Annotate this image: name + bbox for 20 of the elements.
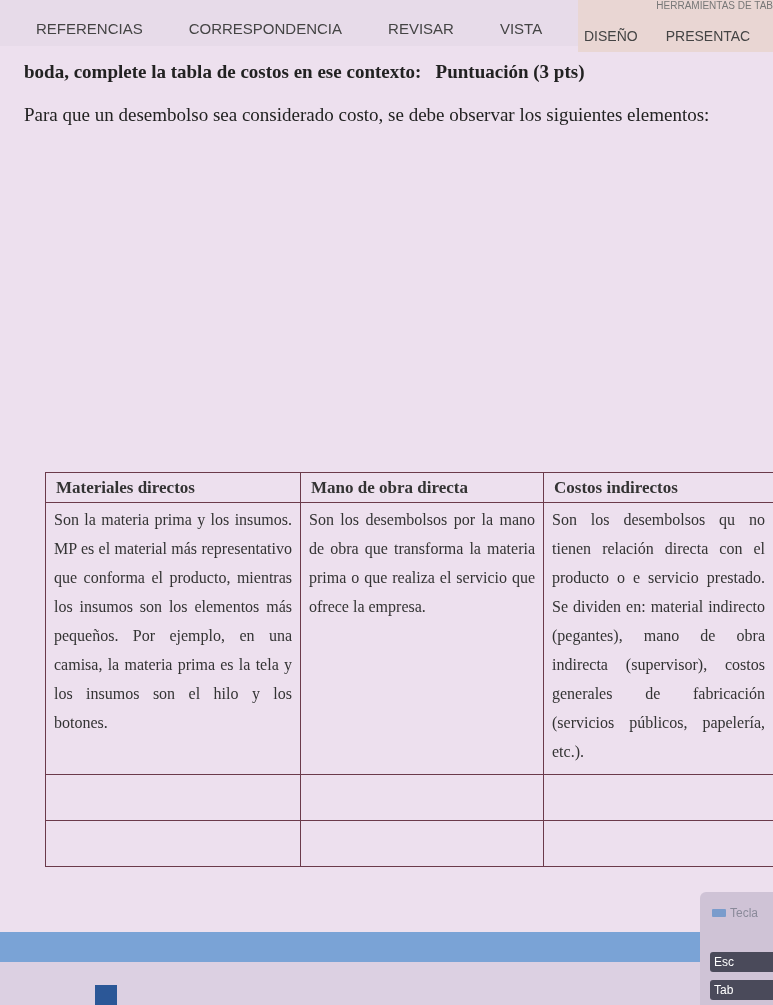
keyboard-icon	[712, 909, 726, 917]
column-header: Mano de obra directa	[301, 472, 544, 503]
body-paragraph: Para que un desembolso sea considerado costo, se debe observar los siguientes elementos:	[24, 102, 711, 127]
ribbon-tab[interactable]: REFERENCIAS	[36, 17, 143, 40]
instruction-text: boda, complete la tabla de costos en ese contexto: Puntuación (3 pts)	[24, 60, 586, 84]
contextual-tab-label: HERRAMIENTAS DE TAB	[656, 0, 773, 12]
table-cell-text: Son los desembolsos qu no tienen relación directa con el producto o e servicio prestado. Se dividen en: material indirecto (pegantes), mano de obra indirecta (supervisor), costos generales de fabricación (servicios públicos, papelería, etc.).	[552, 510, 765, 763]
ribbon-tab[interactable]: REVISAR	[388, 17, 454, 40]
keyboard-key[interactable]: Esc	[710, 952, 773, 972]
keyboard-title: Tecla	[730, 905, 758, 922]
keyboard-key[interactable]: Tab	[710, 980, 773, 1000]
ribbon-tab[interactable]: DISEÑO	[584, 26, 638, 47]
table-cell-text: Son la materia prima y los insumos. MP es el material más representativo que conforma el producto, mientras los insumos son los elementos más pequeños. Por ejemplo, en una camisa, la materia prima es la tela y los insumos son el hilo y los botones.	[54, 510, 292, 733]
column-header: Costos indirectos	[544, 472, 773, 503]
table-cell-text: Son los desembolsos por la mano de obra que transforma la materia prima o que realiza el servicio que ofrece la empresa.	[309, 510, 535, 618]
ribbon-tab[interactable]: PRESENTAC	[665, 26, 751, 47]
ribbon-tab[interactable]: CORRESPONDENCIA	[188, 17, 343, 40]
ribbon-tab[interactable]: VISTA	[499, 17, 543, 40]
column-header: Materiales directos	[46, 472, 301, 503]
word-icon[interactable]	[95, 985, 117, 1005]
